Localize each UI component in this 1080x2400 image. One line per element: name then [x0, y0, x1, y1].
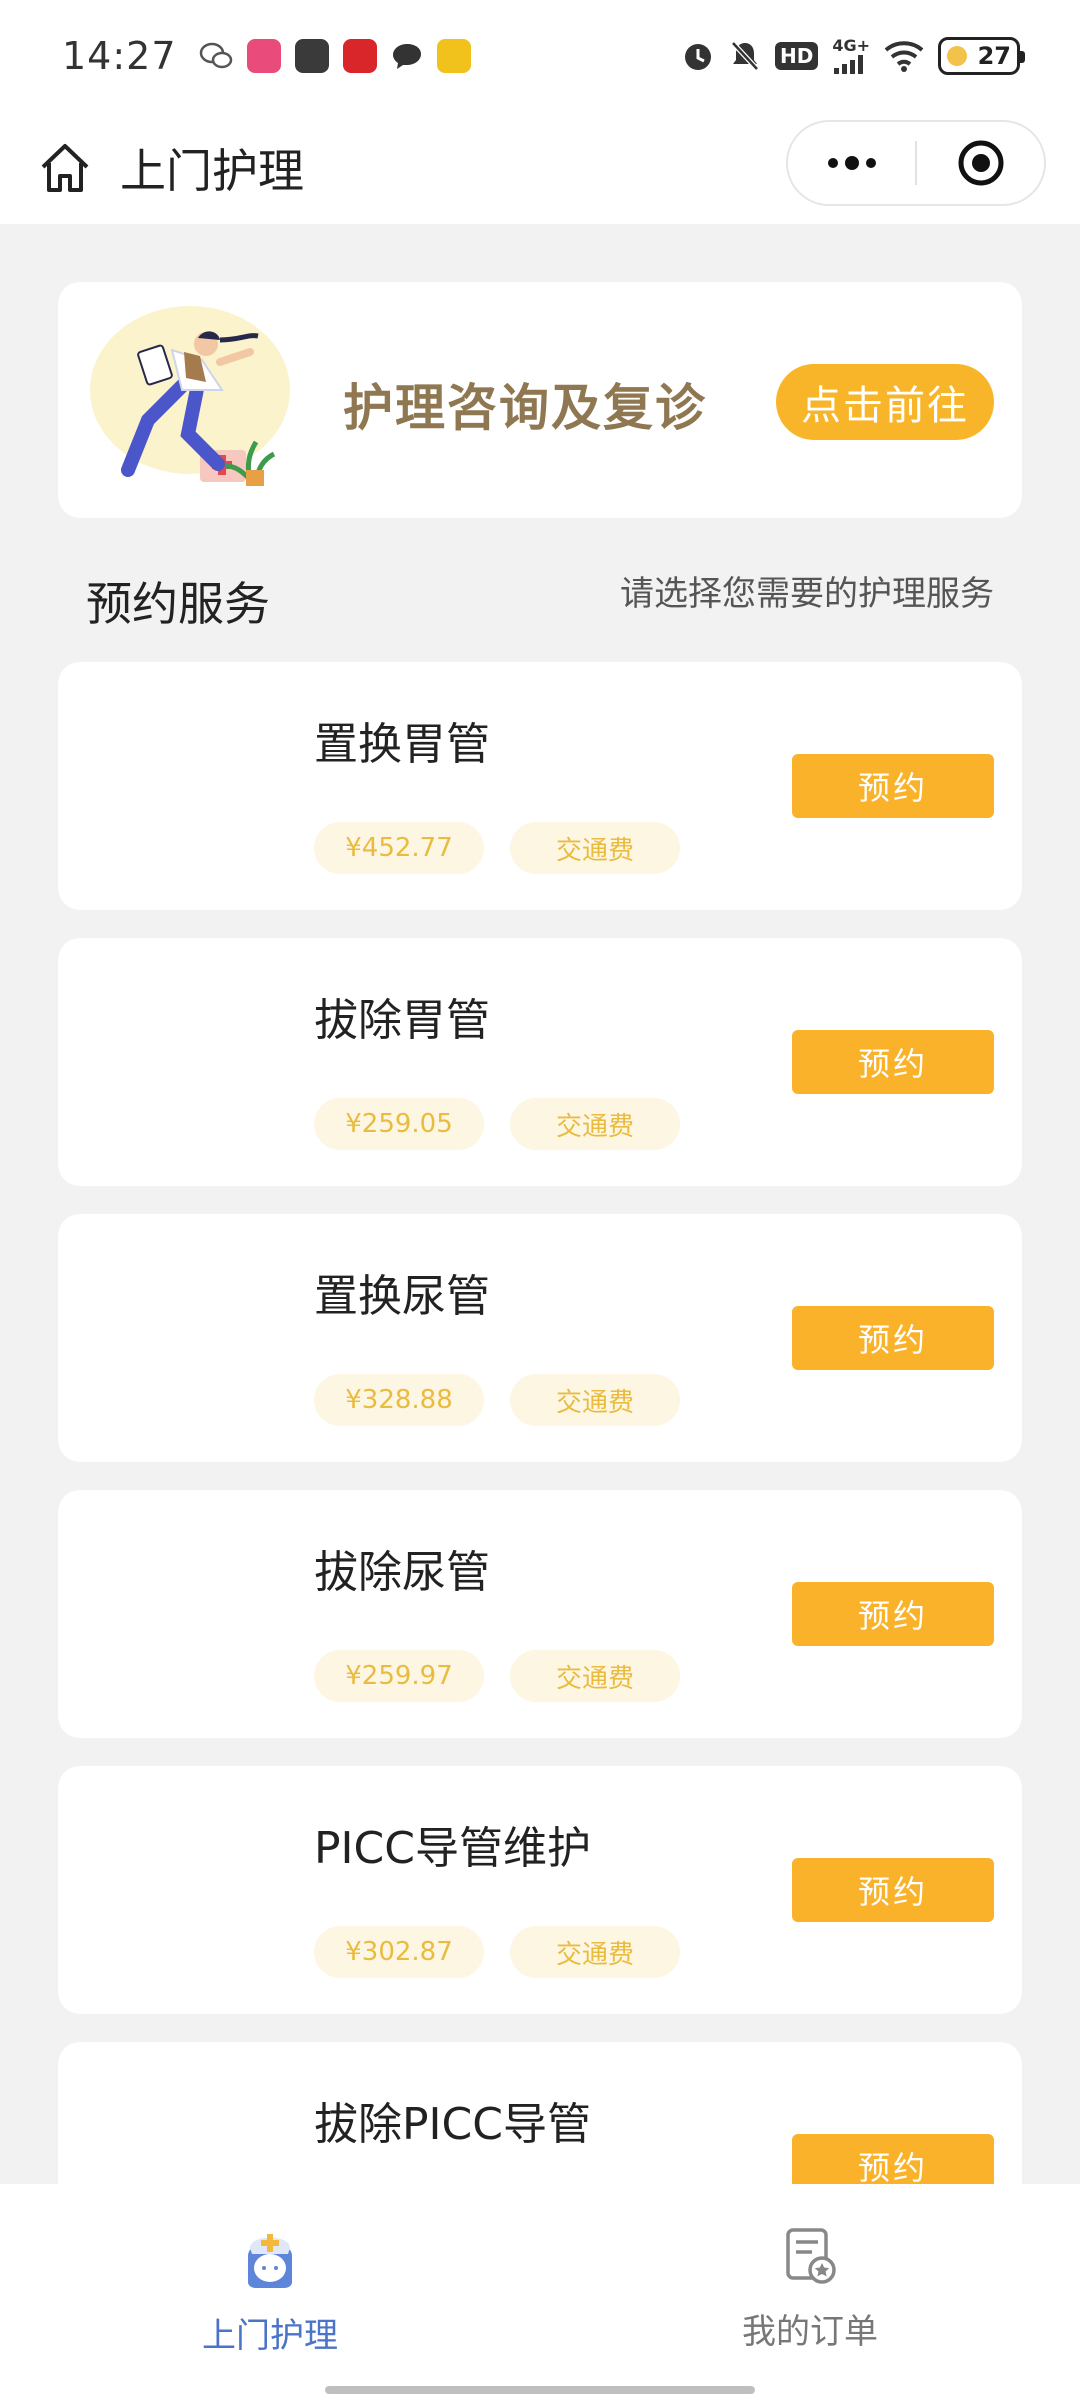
nurse-running-illustration: [90, 306, 290, 486]
service-list: 置换胃管 ¥452.77 交通费 预约 拔除胃管 ¥259.05 交通费 预约 …: [58, 662, 1022, 2318]
service-name: 拔除PICC导管: [314, 2099, 591, 2150]
service-name: 置换胃管: [314, 719, 490, 770]
message-icon: [391, 41, 423, 71]
fee-tag: 交通费: [510, 822, 680, 874]
home-indicator: [325, 2386, 755, 2394]
nav-bar: 上门护理: [0, 112, 1080, 224]
book-button[interactable]: 预约: [792, 1582, 994, 1646]
wechat-icon: [199, 41, 233, 71]
tab-label: 我的订单: [742, 2312, 878, 2352]
section-title: 预约服务: [86, 577, 270, 631]
target-icon[interactable]: [917, 122, 1044, 204]
status-bar: 14:27 HD 4G+ 27: [0, 0, 1080, 112]
service-card[interactable]: 置换胃管 ¥452.77 交通费 预约: [58, 662, 1022, 910]
service-name: 置换尿管: [314, 1271, 490, 1322]
tab-my-orders[interactable]: 我的订单: [540, 2184, 1080, 2400]
mute-icon: [729, 39, 761, 73]
fee-tag: 交通费: [510, 1098, 680, 1150]
price-tag: ¥452.77: [314, 822, 484, 874]
service-card[interactable]: PICC导管维护 ¥302.87 交通费 预约: [58, 1766, 1022, 2014]
fee-tag: 交通费: [510, 1650, 680, 1702]
nurse-icon: [240, 2226, 300, 2294]
page-title: 上门护理: [120, 144, 304, 198]
price-tag: ¥259.05: [314, 1098, 484, 1150]
book-button[interactable]: 预约: [792, 1306, 994, 1370]
order-icon: [782, 2226, 838, 2290]
service-card[interactable]: 置换尿管 ¥328.88 交通费 预约: [58, 1214, 1022, 1462]
status-app-icons: [199, 39, 471, 73]
section-hint: 请选择您需要的护理服务: [620, 574, 994, 614]
wifi-icon: [884, 40, 924, 72]
consult-banner[interactable]: 护理咨询及复诊 点击前往: [58, 282, 1022, 518]
home-icon[interactable]: [36, 139, 94, 197]
app-icon-red: [342, 39, 377, 73]
price-tag: ¥302.87: [314, 1926, 484, 1978]
banner-title: 护理咨询及复诊: [343, 379, 707, 437]
app-icon-yellow: [436, 39, 471, 73]
alarm-icon: [681, 39, 715, 73]
mini-program-capsule: [786, 120, 1046, 206]
app-icon-pink: [246, 39, 281, 73]
go-button[interactable]: 点击前往: [776, 364, 994, 440]
book-button[interactable]: 预约: [792, 754, 994, 818]
tab-label: 上门护理: [202, 2316, 338, 2356]
price-tag: ¥328.88: [314, 1374, 484, 1426]
service-card[interactable]: 拔除尿管 ¥259.97 交通费 预约: [58, 1490, 1022, 1738]
book-button[interactable]: 预约: [792, 1858, 994, 1922]
signal-icon: 4G+: [832, 38, 870, 74]
fee-tag: 交通费: [510, 1374, 680, 1426]
service-name: PICC导管维护: [314, 1823, 591, 1874]
price-tag: ¥259.97: [314, 1650, 484, 1702]
book-button[interactable]: 预约: [792, 1030, 994, 1094]
service-name: 拔除胃管: [314, 995, 490, 1046]
more-icon[interactable]: [788, 122, 915, 204]
service-card[interactable]: 拔除胃管 ¥259.05 交通费 预约: [58, 938, 1022, 1186]
fee-tag: 交通费: [510, 1926, 680, 1978]
status-time: 14:27: [62, 34, 177, 78]
battery-level: 27: [977, 42, 1011, 70]
service-name: 拔除尿管: [314, 1547, 490, 1598]
tab-home-nursing[interactable]: 上门护理: [0, 2184, 540, 2400]
app-icon-gray: [294, 39, 329, 73]
hd-icon: HD: [774, 42, 819, 70]
battery-icon: 27: [938, 37, 1025, 75]
tab-bar: 上门护理 我的订单: [0, 2184, 1080, 2400]
network-type: 4G+: [832, 36, 870, 55]
